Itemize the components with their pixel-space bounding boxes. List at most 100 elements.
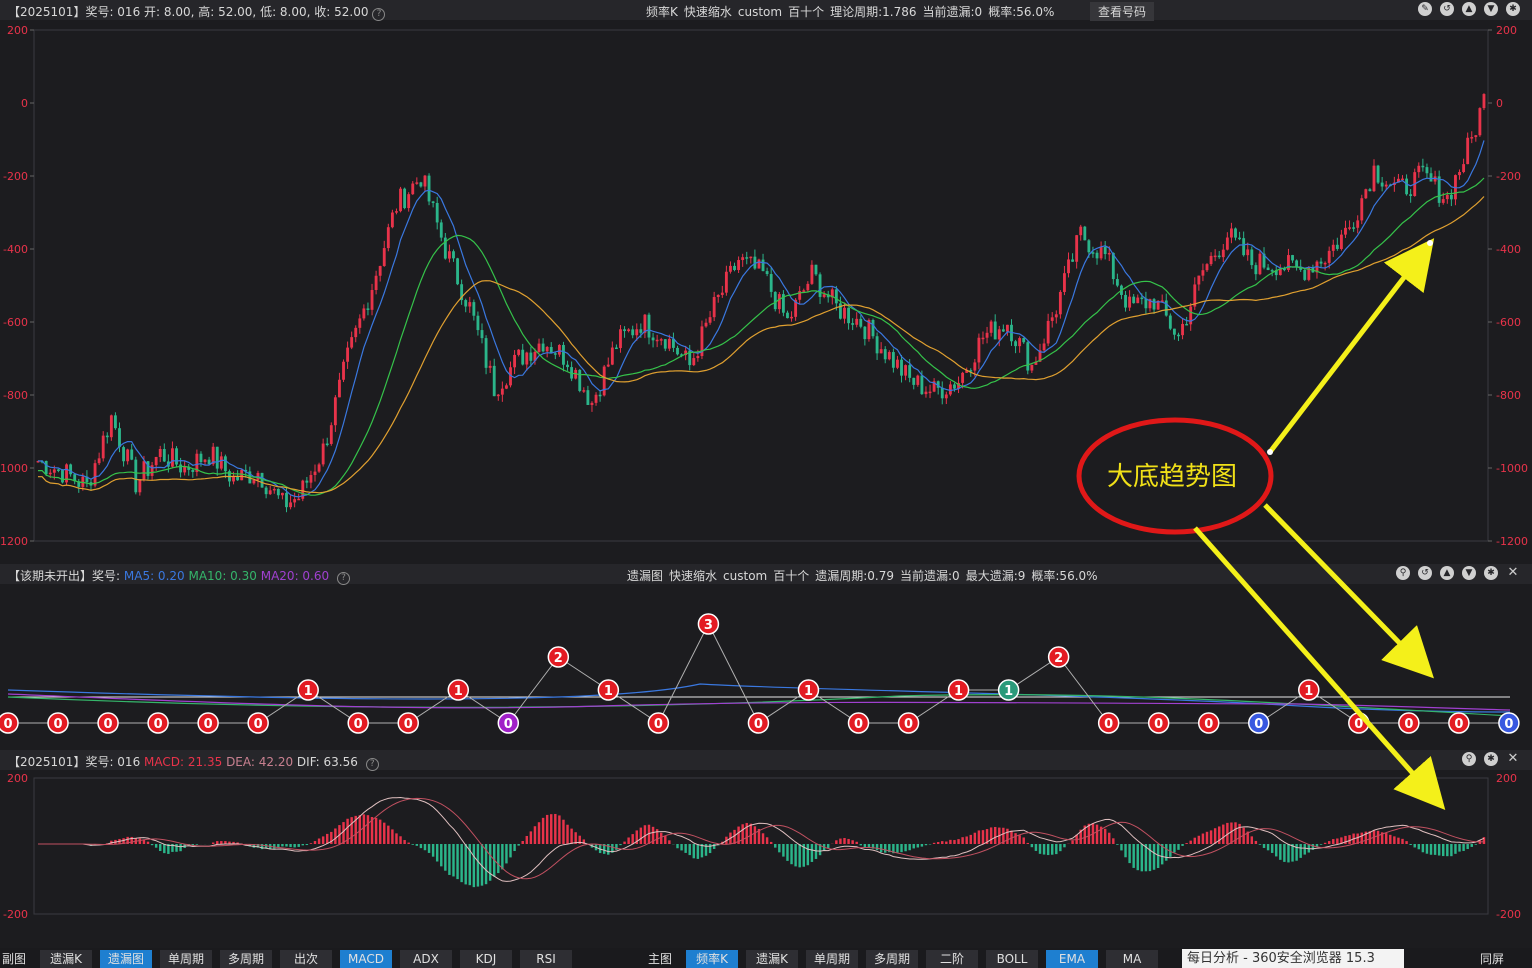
candle-body — [896, 359, 899, 368]
miss-marker-label: 0 — [154, 717, 163, 732]
candle-body — [610, 347, 614, 365]
candle-body — [1242, 238, 1246, 256]
candle-body — [1201, 270, 1205, 276]
candle-body — [1083, 226, 1087, 241]
macd-dea-line — [38, 797, 1485, 880]
candle-body — [138, 479, 142, 493]
miss-marker-label: 0 — [504, 717, 513, 732]
close-icon[interactable]: ✕ — [1506, 566, 1520, 580]
candle-body — [1136, 297, 1140, 304]
tab-单周期[interactable]: 单周期 — [160, 950, 212, 968]
candle-body — [1352, 227, 1356, 229]
close-icon[interactable]: ✕ — [1506, 752, 1520, 766]
tab-MACD[interactable]: MACD — [340, 950, 392, 968]
miss-marker-label: 1 — [604, 684, 613, 699]
miss-marker-label: 1 — [1004, 684, 1013, 699]
tab-副图[interactable]: 副图 — [2, 950, 32, 968]
tab-主图[interactable]: 主图 — [648, 950, 678, 968]
candle-body — [598, 394, 602, 397]
candle-body — [232, 476, 235, 482]
arrow-up-icon[interactable]: ▲ — [1440, 566, 1454, 580]
miss-chart[interactable]: 0 0 0 0 0 0 1 0 0 1 0 2 1 0 3 0 1 0 0 1 1 2 0 0 0 0 1 0 0 0 0 — [0, 584, 1532, 750]
candle-body — [126, 449, 130, 462]
candle-body — [118, 428, 121, 448]
candle-body — [390, 212, 394, 228]
candle-body — [859, 318, 863, 327]
tab-遗漏图[interactable]: 遗漏图 — [100, 950, 152, 968]
tab-单周期[interactable]: 单周期 — [806, 950, 858, 968]
miss-marker-label: 0 — [1104, 717, 1113, 732]
tab-频率K[interactable]: 频率K — [686, 950, 738, 968]
candle-body — [786, 312, 789, 319]
candle-body — [769, 274, 773, 292]
candle-body — [997, 329, 1001, 340]
candle-body — [557, 344, 561, 355]
browser-taskbar-item[interactable]: 每日分析 - 360安全浏览器 15.3 — [1182, 949, 1404, 968]
candle-body — [1380, 182, 1384, 187]
tab-EMA[interactable]: EMA — [1046, 950, 1098, 968]
macd-chart[interactable]: 200 200 -200 -200 — [0, 770, 1532, 948]
candle-body — [961, 372, 965, 383]
candle-body — [122, 447, 125, 462]
candle-body — [1478, 108, 1482, 136]
miss-marker-label: 0 — [854, 717, 863, 732]
candle-body — [419, 182, 423, 187]
tab-多周期[interactable]: 多周期 — [220, 950, 272, 968]
miss-marker-label: 0 — [904, 717, 913, 732]
refresh-icon[interactable]: ↺ — [1440, 2, 1454, 16]
tab-二阶[interactable]: 二阶 — [926, 950, 978, 968]
arrow-up-icon[interactable]: ▲ — [1462, 2, 1476, 16]
arrow-down-icon[interactable]: ▼ — [1462, 566, 1476, 580]
miss-marker-label: 0 — [1354, 717, 1363, 732]
candle-body — [1246, 249, 1250, 256]
candle-body — [378, 266, 382, 276]
candle-body — [977, 337, 981, 363]
candle-body — [1225, 237, 1229, 250]
tab-遗漏K[interactable]: 遗漏K — [746, 950, 798, 968]
candle-body — [834, 289, 838, 304]
tab-多周期[interactable]: 多周期 — [866, 950, 918, 968]
candle-body — [350, 337, 354, 348]
candle-body — [606, 364, 610, 367]
tab-MA[interactable]: MA — [1106, 950, 1158, 968]
candle-body — [1364, 189, 1368, 199]
pin-icon[interactable]: ⚲ — [1462, 752, 1476, 766]
tab-BOLL[interactable]: BOLL — [986, 950, 1038, 968]
candle-body — [1372, 165, 1376, 192]
candle-body — [1042, 343, 1046, 351]
candle-body — [1128, 296, 1132, 308]
edit-icon[interactable]: ✎ — [1418, 2, 1432, 16]
miss-marker-label: 0 — [3, 717, 12, 732]
candle-body — [1063, 273, 1066, 292]
pin-icon[interactable]: ⚲ — [1396, 566, 1410, 580]
candle-body — [280, 492, 284, 496]
y-tick-label-left: -800 — [3, 389, 28, 402]
miss-series-line — [8, 622, 1509, 724]
candle-body — [175, 448, 178, 465]
tab-RSI[interactable]: RSI — [520, 950, 572, 968]
tab-KDJ[interactable]: KDJ — [460, 950, 512, 968]
candle-body — [305, 480, 309, 483]
tab-出次[interactable]: 出次 — [280, 950, 332, 968]
gear-icon[interactable]: ✱ — [1484, 752, 1498, 766]
candle-body — [1181, 323, 1184, 336]
view-numbers-button[interactable]: 查看号码 — [1090, 2, 1155, 21]
y-tick-label-right: 200 — [1496, 24, 1517, 37]
candle-body — [447, 251, 451, 259]
refresh-icon[interactable]: ↺ — [1418, 566, 1432, 580]
candle-body — [904, 365, 908, 376]
candle-body — [647, 314, 651, 338]
fullscreen-button[interactable]: 同屏 — [1466, 950, 1518, 968]
candle-body — [1401, 178, 1404, 181]
tab-遗漏K[interactable]: 遗漏K — [40, 950, 92, 968]
candle-body — [48, 472, 52, 475]
arrow-down-icon[interactable]: ▼ — [1484, 2, 1498, 16]
gear-icon[interactable]: ✱ — [1484, 566, 1498, 580]
candle-body — [1458, 172, 1461, 176]
gear-icon[interactable]: ✱ — [1506, 2, 1520, 16]
main-candlestick-chart[interactable]: 200 200 0 0 -200 -200 -400 -400 -600 -600 -800 -800… — [0, 20, 1532, 564]
candle-body — [1099, 246, 1103, 259]
miss-bar-info: 【该期未开出】奖号: MA5: 0.20 MA10: 0.30 MA20: 0.… — [8, 567, 350, 585]
tab-ADX[interactable]: ADX — [400, 950, 452, 968]
candle-body — [614, 347, 618, 350]
